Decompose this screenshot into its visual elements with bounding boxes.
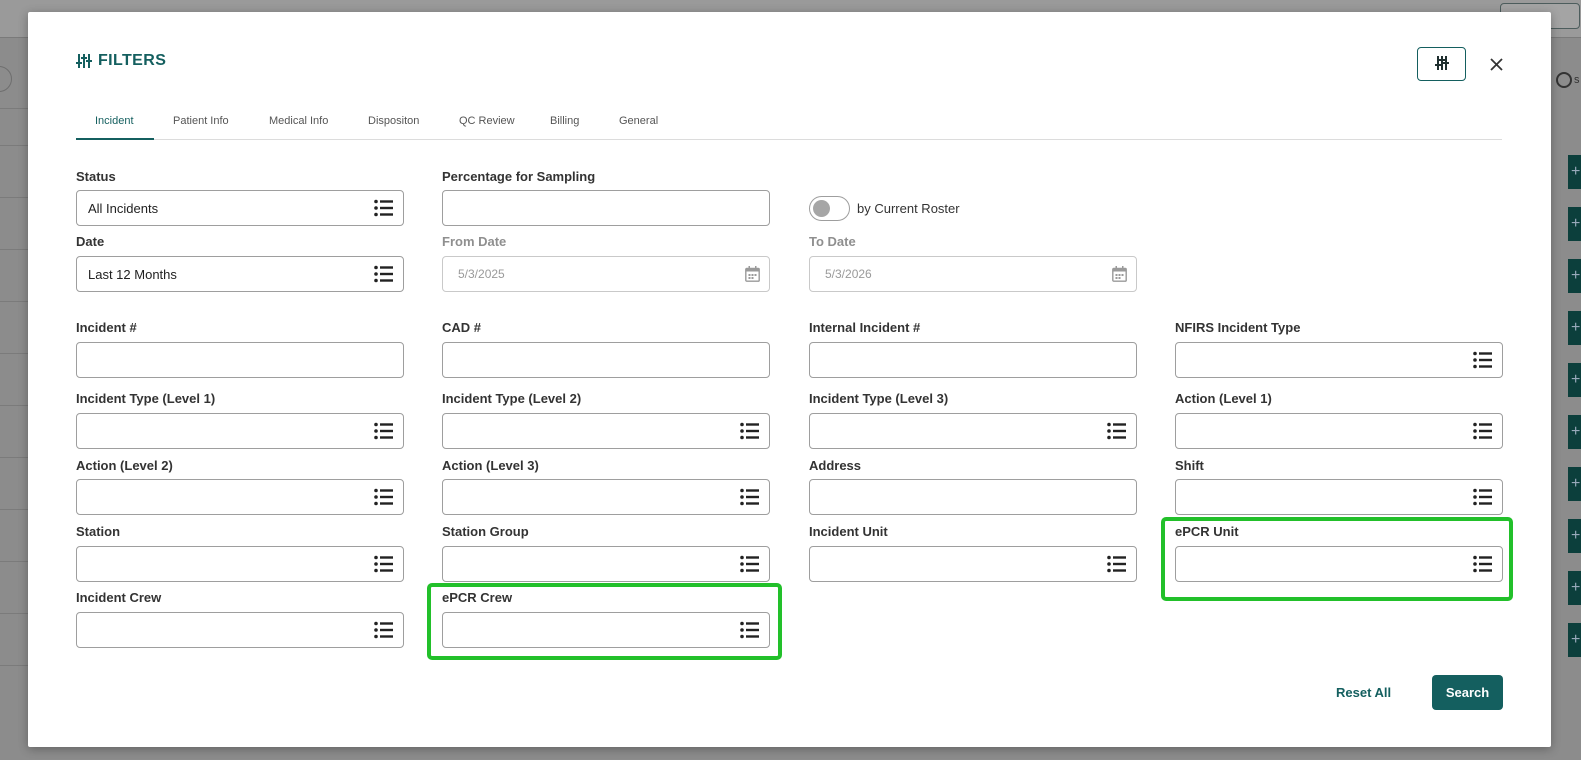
sliders-icon — [76, 54, 92, 68]
background-plus-button: + — [1568, 519, 1581, 553]
address-input[interactable] — [809, 479, 1137, 515]
action-level3-label: Action (Level 3) — [442, 458, 539, 473]
date-value: Last 12 Months — [88, 267, 177, 282]
nfirs-incident-type-select[interactable] — [1175, 342, 1503, 378]
tab-medical-info[interactable]: Medical Info — [269, 115, 328, 127]
tab-billing[interactable]: Billing — [550, 115, 579, 127]
status-label: Status — [76, 169, 116, 184]
list-icon[interactable] — [1473, 488, 1492, 511]
percentage-input[interactable] — [442, 190, 770, 226]
search-button[interactable]: Search — [1432, 675, 1503, 710]
incident-type-level2-select[interactable] — [442, 413, 770, 449]
station-label: Station — [76, 524, 121, 539]
incident-crew-select[interactable] — [76, 612, 404, 648]
filter-tabs: Incident Patient Info Medical Info Dispo… — [76, 107, 1502, 140]
background-plus-button: + — [1568, 623, 1581, 657]
from-date-value: 5/3/2025 — [458, 267, 505, 281]
list-icon[interactable] — [374, 265, 393, 288]
date-label: Date — [76, 234, 105, 249]
incident-crew-label: Incident Crew — [76, 590, 162, 605]
status-value: All Incidents — [88, 201, 159, 216]
cad-number-input[interactable] — [442, 342, 770, 378]
address-label: Address — [809, 458, 862, 473]
incident-type-level2-label: Incident Type (Level 2) — [442, 391, 582, 406]
action-level2-select[interactable] — [76, 479, 404, 515]
active-tab-indicator — [76, 138, 154, 140]
list-icon[interactable] — [374, 488, 393, 511]
close-icon[interactable] — [1486, 53, 1506, 75]
background-plus-button: + — [1568, 259, 1581, 293]
date-select[interactable]: Last 12 Months — [76, 256, 404, 292]
incident-unit-select[interactable] — [809, 546, 1137, 582]
shift-select[interactable] — [1175, 479, 1503, 515]
from-date-label: From Date — [442, 234, 507, 249]
background-side-letter: s — [1574, 74, 1580, 86]
modal-title: FILTERS — [98, 52, 167, 69]
list-icon[interactable] — [1107, 422, 1126, 445]
calendar-icon[interactable] — [745, 266, 760, 287]
internal-incident-number-input[interactable] — [809, 342, 1137, 378]
list-icon[interactable] — [374, 199, 393, 222]
filter-settings-button[interactable] — [1417, 47, 1466, 81]
status-select[interactable]: All Incidents — [76, 190, 404, 226]
tab-disposition[interactable]: Dispositon — [368, 115, 419, 127]
list-icon[interactable] — [1473, 351, 1492, 374]
station-select[interactable] — [76, 546, 404, 582]
list-icon[interactable] — [374, 422, 393, 445]
background-radio-icon — [1556, 72, 1572, 88]
cad-number-label: CAD # — [442, 320, 482, 335]
background-plus-button: + — [1568, 571, 1581, 605]
reset-all-link[interactable]: Reset All — [1336, 685, 1391, 700]
roster-toggle-label: by Current Roster — [857, 201, 960, 216]
to-date-input[interactable]: 5/3/2026 — [809, 256, 1137, 292]
action-level1-label: Action (Level 1) — [1175, 391, 1272, 406]
from-date-input[interactable]: 5/3/2025 — [442, 256, 770, 292]
background-circle — [0, 66, 12, 92]
nfirs-incident-type-label: NFIRS Incident Type — [1175, 320, 1301, 335]
background-plus-button: + — [1568, 155, 1581, 189]
action-level3-select[interactable] — [442, 479, 770, 515]
roster-toggle[interactable] — [809, 196, 850, 221]
incident-number-label: Incident # — [76, 320, 137, 335]
modal-header: FILTERS — [76, 52, 166, 70]
internal-incident-number-label: Internal Incident # — [809, 320, 921, 335]
tab-general[interactable]: General — [619, 115, 658, 127]
highlight-epcr-unit — [1161, 517, 1513, 601]
list-icon[interactable] — [374, 555, 393, 578]
action-level2-label: Action (Level 2) — [76, 458, 173, 473]
background-plus-button: + — [1568, 363, 1581, 397]
action-level1-select[interactable] — [1175, 413, 1503, 449]
list-icon[interactable] — [1473, 422, 1492, 445]
incident-type-level1-select[interactable] — [76, 413, 404, 449]
background-plus-button: + — [1568, 311, 1581, 345]
tab-incident[interactable]: Incident — [95, 115, 134, 127]
incident-type-level3-label: Incident Type (Level 3) — [809, 391, 949, 406]
list-icon[interactable] — [740, 488, 759, 511]
filters-modal: FILTERS Incident Patient Info Medical In… — [28, 12, 1551, 747]
background-plus-button: + — [1568, 207, 1581, 241]
shift-label: Shift — [1175, 458, 1204, 473]
incident-type-level1-label: Incident Type (Level 1) — [76, 391, 216, 406]
list-icon[interactable] — [740, 422, 759, 445]
tab-qc-review[interactable]: QC Review — [459, 115, 515, 127]
list-icon[interactable] — [740, 555, 759, 578]
to-date-label: To Date — [809, 234, 856, 249]
background-plus-button: + — [1568, 467, 1581, 501]
list-icon[interactable] — [1107, 555, 1126, 578]
station-group-label: Station Group — [442, 524, 529, 539]
toggle-knob — [813, 200, 830, 217]
incident-unit-label: Incident Unit — [809, 524, 888, 539]
incident-number-input[interactable] — [76, 342, 404, 378]
percentage-label: Percentage for Sampling — [442, 169, 596, 184]
highlight-epcr-crew — [427, 583, 782, 660]
sliders-icon — [1434, 55, 1449, 73]
station-group-select[interactable] — [442, 546, 770, 582]
calendar-icon[interactable] — [1112, 266, 1127, 287]
to-date-value: 5/3/2026 — [825, 267, 872, 281]
incident-type-level3-select[interactable] — [809, 413, 1137, 449]
tab-patient-info[interactable]: Patient Info — [173, 115, 229, 127]
background-plus-button: + — [1568, 415, 1581, 449]
list-icon[interactable] — [374, 621, 393, 644]
